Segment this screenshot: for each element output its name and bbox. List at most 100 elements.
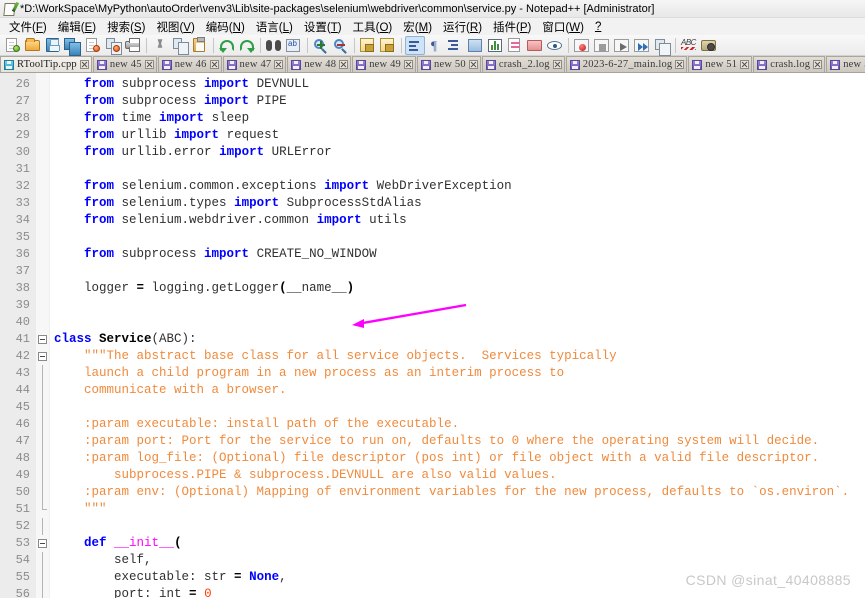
new-file-icon[interactable] (3, 36, 23, 55)
monitoring-icon[interactable] (545, 36, 565, 55)
fold-marker-row[interactable] (36, 144, 49, 161)
fold-marker-row[interactable] (36, 501, 49, 518)
redo-icon[interactable] (237, 36, 257, 55)
fold-marker-row[interactable] (36, 76, 49, 93)
editor-tab[interactable]: new 51 (688, 56, 753, 72)
copy-icon[interactable] (170, 36, 190, 55)
spell-check-icon[interactable]: ABC (679, 36, 699, 55)
menu-item-w[interactable]: 窗口(W) (537, 18, 590, 36)
fold-marker-row[interactable] (36, 416, 49, 433)
show-function-list-icon[interactable] (485, 36, 505, 55)
tab-close-icon[interactable] (274, 60, 284, 69)
word-wrap-icon[interactable] (405, 35, 425, 55)
stop-recording-icon[interactable] (592, 36, 612, 55)
fold-marker-row[interactable] (36, 178, 49, 195)
tab-close-icon[interactable] (675, 60, 685, 69)
editor-tab[interactable]: new 45 (92, 56, 157, 72)
editor-tab[interactable]: crash.log (753, 56, 826, 72)
fold-marker-row[interactable] (36, 348, 49, 365)
zoom-in-icon[interactable] (311, 36, 331, 55)
code-line[interactable] (54, 297, 865, 314)
play-macro-icon[interactable] (612, 36, 632, 55)
code-line[interactable] (54, 399, 865, 416)
editor-tab[interactable]: 2023-6-27_main.log (565, 56, 688, 72)
menu-item-r[interactable]: 运行(R) (438, 18, 488, 36)
menu-item-n[interactable]: 编码(N) (201, 18, 251, 36)
fold-marker-row[interactable] (36, 569, 49, 586)
fold-marker-row[interactable] (36, 382, 49, 399)
tab-close-icon[interactable] (404, 60, 414, 69)
code-line[interactable]: class Service(ABC): (54, 331, 865, 348)
fold-marker-row[interactable] (36, 433, 49, 450)
document-map-icon[interactable] (505, 36, 525, 55)
tab-close-icon[interactable] (79, 60, 89, 69)
code-line[interactable]: def __init__( (54, 535, 865, 552)
fold-marker-row[interactable] (36, 314, 49, 331)
editor-area[interactable]: 26 27 28 29 30 31 32 33 34 35 36 37 38 39 40 41 42 43 44 45… (0, 73, 865, 598)
fold-marker-row[interactable] (36, 212, 49, 229)
editor-tab[interactable]: new 52 (826, 56, 865, 72)
print-icon[interactable] (123, 36, 143, 55)
fold-marker-row[interactable] (36, 195, 49, 212)
code-line[interactable]: communicate with a browser. (54, 382, 865, 399)
tab-close-icon[interactable] (209, 60, 219, 69)
close-all-files-icon[interactable] (103, 36, 123, 55)
code-line[interactable]: from urllib.error import URLError (54, 144, 865, 161)
code-line[interactable]: from selenium.webdriver.common import ut… (54, 212, 865, 229)
fold-collapse-icon[interactable] (38, 335, 47, 344)
code-line[interactable]: self, (54, 552, 865, 569)
code-line[interactable]: subprocess.PIPE & subprocess.DEVNULL are… (54, 467, 865, 484)
fold-collapse-icon[interactable] (38, 352, 47, 361)
code-line[interactable]: from selenium.types import SubprocessStd… (54, 195, 865, 212)
editor-tab[interactable]: new 47 (222, 56, 287, 72)
fold-collapse-icon[interactable] (38, 539, 47, 548)
undo-icon[interactable] (217, 36, 237, 55)
fold-marker-row[interactable] (36, 263, 49, 280)
sync-vertical-scroll-icon[interactable] (358, 36, 378, 55)
run-icon[interactable] (699, 36, 719, 55)
editor-tab[interactable]: RToolTip.cpp (0, 56, 92, 72)
close-file-icon[interactable] (83, 36, 103, 55)
fold-marker-row[interactable] (36, 399, 49, 416)
replace-icon[interactable] (284, 36, 304, 55)
code-line[interactable] (54, 229, 865, 246)
folder-as-workspace-icon[interactable] (525, 36, 545, 55)
fold-marker-row[interactable] (36, 110, 49, 127)
code-line[interactable]: logger = logging.getLogger(__name__) (54, 280, 865, 297)
indent-guide-icon[interactable] (445, 36, 465, 55)
code-line[interactable]: from urllib import request (54, 127, 865, 144)
cut-icon[interactable] (150, 36, 170, 55)
code-line[interactable]: :param env: (Optional) Mapping of enviro… (54, 484, 865, 501)
fold-marker-row[interactable] (36, 161, 49, 178)
sync-horizontal-scroll-icon[interactable] (378, 36, 398, 55)
code-content[interactable]: from subprocess import DEVNULL from subp… (50, 73, 865, 598)
user-defined-language-icon[interactable] (465, 36, 485, 55)
open-file-icon[interactable] (23, 36, 43, 55)
code-line[interactable]: from time import sleep (54, 110, 865, 127)
fold-marker-row[interactable] (36, 450, 49, 467)
code-line[interactable]: launch a child program in a new process … (54, 365, 865, 382)
menu-item-help[interactable]: ? (590, 20, 607, 34)
code-line[interactable]: from subprocess import DEVNULL (54, 76, 865, 93)
code-line[interactable]: """The abstract base class for all servi… (54, 348, 865, 365)
save-all-icon[interactable] (63, 36, 83, 56)
fold-marker-row[interactable] (36, 365, 49, 382)
menu-item-m[interactable]: 宏(M) (398, 18, 438, 36)
code-line[interactable]: from selenium.common.exceptions import W… (54, 178, 865, 195)
editor-tab[interactable]: new 49 (352, 56, 417, 72)
editor-tab[interactable]: new 46 (157, 56, 222, 72)
tab-close-icon[interactable] (468, 60, 478, 69)
menu-item-f[interactable]: 文件(F) (4, 18, 53, 36)
code-line[interactable]: from subprocess import PIPE (54, 93, 865, 110)
save-macro-icon[interactable] (652, 36, 672, 56)
fold-marker-row[interactable] (36, 280, 49, 297)
tab-close-icon[interactable] (552, 60, 562, 69)
show-all-characters-icon[interactable]: ¶ (425, 36, 445, 55)
save-icon[interactable] (43, 36, 63, 55)
fold-marker-row[interactable] (36, 467, 49, 484)
fold-marker-row[interactable] (36, 484, 49, 501)
fold-marker-row[interactable] (36, 246, 49, 263)
fold-marker-row[interactable] (36, 229, 49, 246)
code-folding-margin[interactable] (36, 73, 50, 598)
fold-marker-row[interactable] (36, 518, 49, 535)
